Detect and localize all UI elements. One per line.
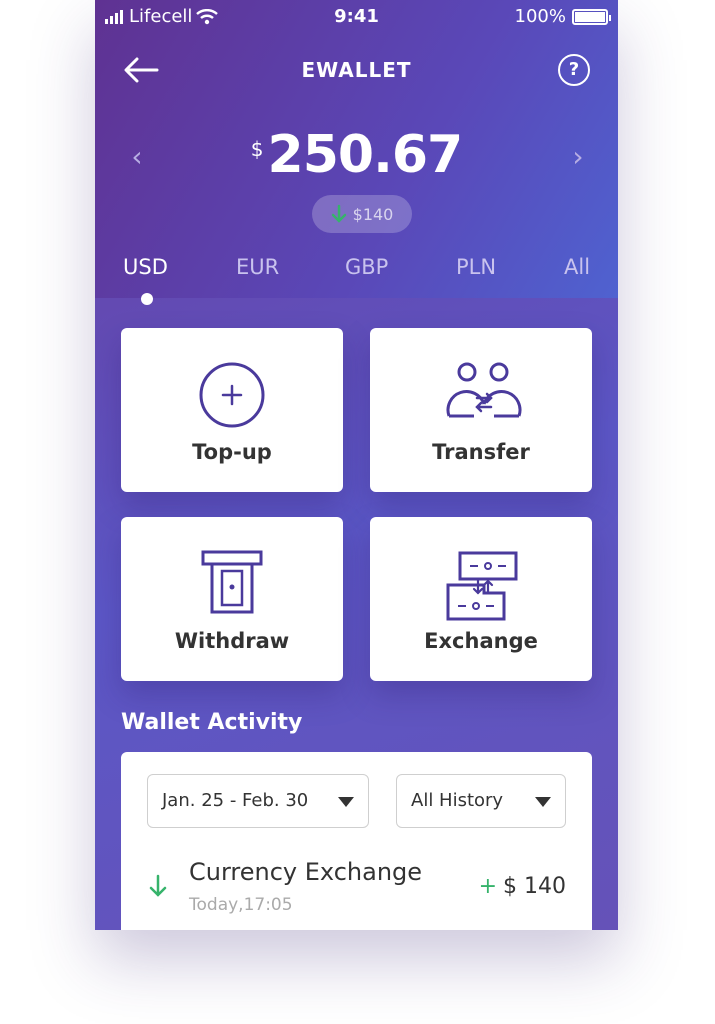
balance-row: ‹ $250.67 ›	[95, 125, 618, 195]
app-header: EWALLET ?	[95, 50, 618, 90]
currency-tabs: USD EUR GBP PLN All	[95, 255, 618, 295]
tab-gbp[interactable]: GBP	[345, 255, 388, 279]
topup-button[interactable]: Top-up	[121, 328, 343, 492]
currency-symbol: $	[250, 137, 264, 161]
balance-change-value: $140	[352, 204, 394, 224]
withdraw-button[interactable]: Withdraw	[121, 517, 343, 681]
transfer-label: Transfer	[432, 440, 530, 464]
transaction-value: $ 140	[503, 874, 566, 899]
caret-down-icon	[535, 797, 551, 807]
balance-change-badge: $140	[312, 195, 412, 233]
caret-down-icon	[338, 797, 354, 807]
exchange-button[interactable]: Exchange	[370, 517, 592, 681]
battery-icon	[572, 8, 611, 25]
transaction-date: Today,17:05	[189, 895, 293, 915]
page-title: EWALLET	[301, 58, 412, 82]
exchange-icon	[446, 551, 518, 621]
history-filter-value: All History	[411, 790, 504, 811]
tab-eur[interactable]: EUR	[236, 255, 279, 279]
phone-screen: Lifecell 9:41 100% EWALLET ? ‹ $250.67 ›	[95, 0, 618, 930]
tab-all[interactable]: All	[564, 255, 590, 279]
history-filter-select[interactable]: All History	[396, 774, 566, 828]
people-transfer-icon	[446, 362, 522, 418]
chevron-right-icon[interactable]: ›	[566, 143, 590, 171]
transaction-amount: + $ 140	[479, 874, 566, 899]
atm-icon	[201, 550, 263, 614]
exchange-label: Exchange	[424, 629, 538, 653]
balance-amount: $250.67	[95, 125, 618, 185]
arrow-down-icon	[331, 204, 346, 223]
arrow-down-icon	[149, 874, 167, 897]
tab-pln[interactable]: PLN	[456, 255, 496, 279]
active-tab-indicator	[141, 293, 153, 305]
wallet-activity-title: Wallet Activity	[121, 710, 303, 735]
tab-usd[interactable]: USD	[123, 255, 168, 279]
plus-circle-icon	[199, 362, 265, 428]
help-circle-icon[interactable]: ?	[558, 54, 590, 86]
battery-percent: 100%	[514, 6, 566, 27]
transaction-sign: +	[478, 874, 498, 899]
date-range-select[interactable]: Jan. 25 - Feb. 30	[147, 774, 369, 828]
status-bar: Lifecell 9:41 100%	[95, 6, 618, 30]
transfer-button[interactable]: Transfer	[370, 328, 592, 492]
transaction-title: Currency Exchange	[189, 858, 423, 886]
balance-value: 250.67	[267, 125, 464, 185]
wallet-activity-panel: Jan. 25 - Feb. 30 All History Currency E…	[121, 752, 592, 930]
withdraw-label: Withdraw	[174, 629, 290, 653]
date-range-value: Jan. 25 - Feb. 30	[162, 790, 309, 811]
status-right: 100%	[514, 6, 611, 27]
topup-label: Top-up	[192, 440, 272, 464]
